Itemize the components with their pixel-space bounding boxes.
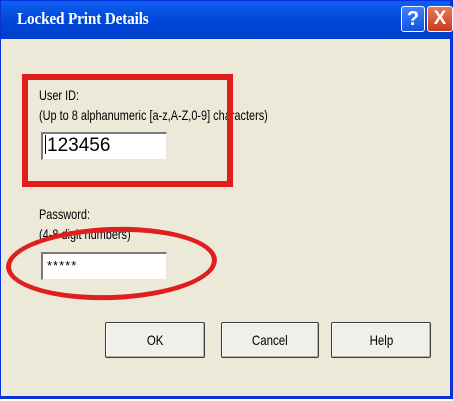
help-icon[interactable]: ? [401,6,425,32]
locked-print-details-dialog: Locked Print Details ? X User ID: (Up to… [0,0,453,399]
help-button-label: Help [369,332,393,348]
ok-button[interactable]: OK [105,322,205,358]
ok-button-label: OK [146,332,164,348]
close-icon[interactable]: X [427,6,453,32]
password-label: Password: [39,206,90,222]
title-bar[interactable]: Locked Print Details ? X [1,1,453,39]
user-id-highlight-rectangle [22,74,233,187]
cancel-button[interactable]: Cancel [221,322,319,358]
help-button[interactable]: Help [331,322,431,358]
cancel-button-label: Cancel [252,332,288,348]
window-title: Locked Print Details [17,9,149,28]
